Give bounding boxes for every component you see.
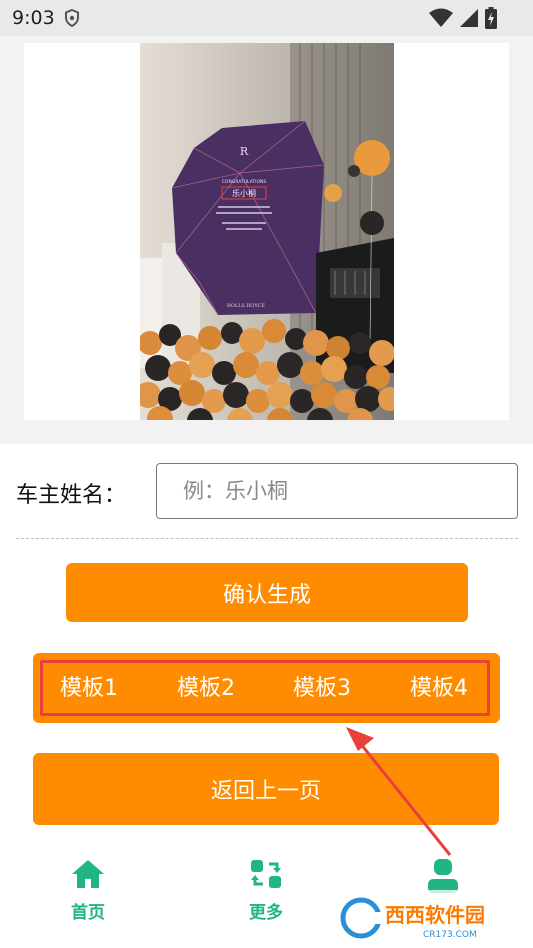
owner-name-input[interactable]: [156, 463, 518, 519]
wifi-icon: [429, 8, 453, 27]
battery-icon: [485, 7, 497, 29]
dashed-divider: [16, 538, 518, 539]
preview-card: R CONGRATULATIONS 乐小桐 ROLLS ROYCE: [24, 43, 509, 420]
svg-text:CR173.COM: CR173.COM: [423, 930, 477, 940]
status-icons: [429, 7, 497, 29]
status-time: 9:03: [12, 7, 55, 29]
svg-text:CONGRATULATIONS: CONGRATULATIONS: [222, 179, 267, 185]
site-watermark: 西西软件园 CR173.COM: [335, 890, 515, 942]
swap-icon: [251, 860, 281, 888]
signal-icon: [460, 9, 478, 27]
back-button[interactable]: 返回上一页: [33, 753, 499, 825]
tab-home[interactable]: 首页: [48, 858, 128, 938]
svg-text:R: R: [240, 145, 249, 158]
template-1-button[interactable]: 模板1: [60, 670, 118, 702]
template-4-button[interactable]: 模板4: [410, 670, 468, 702]
event-photo-illustration: R CONGRATULATIONS 乐小桐 ROLLS ROYCE: [140, 43, 394, 420]
confirm-generate-button[interactable]: 确认生成: [66, 563, 468, 622]
tab-home-label: 首页: [71, 903, 105, 923]
preview-photo: R CONGRATULATIONS 乐小桐 ROLLS ROYCE: [140, 43, 394, 420]
svg-text:ROLLS ROYCE: ROLLS ROYCE: [227, 303, 265, 309]
template-2-button[interactable]: 模板2: [177, 670, 235, 702]
svg-text:西西软件园: 西西软件园: [385, 903, 485, 927]
tab-more-label: 更多: [249, 903, 283, 923]
preview-panel: R CONGRATULATIONS 乐小桐 ROLLS ROYCE: [0, 36, 533, 444]
user-icon: [428, 859, 458, 893]
shield-icon: [65, 9, 79, 27]
owner-name-row: 车主姓名：: [0, 450, 533, 538]
svg-text:乐小桐: 乐小桐: [232, 188, 256, 198]
tab-more[interactable]: 更多: [226, 858, 306, 938]
owner-name-label: 车主姓名：: [16, 483, 127, 508]
template-3-button[interactable]: 模板3: [293, 670, 351, 702]
home-icon: [72, 860, 104, 888]
status-bar: 9:03: [0, 0, 533, 36]
